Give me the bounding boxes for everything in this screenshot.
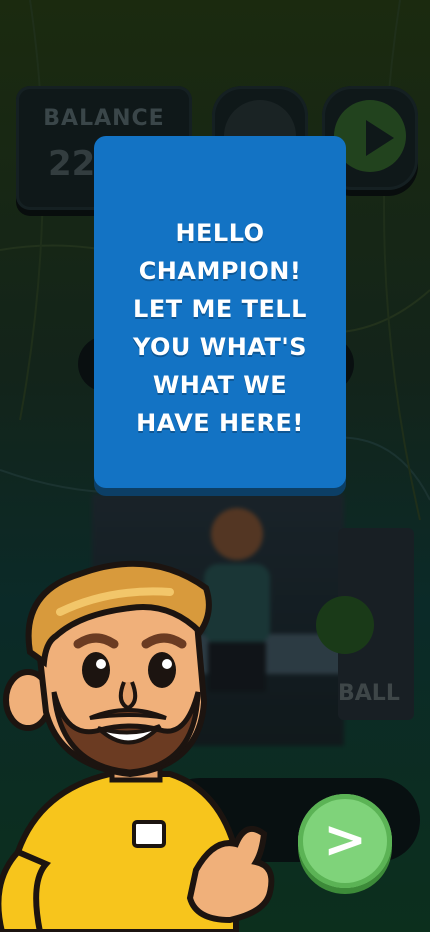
next-arrow-icon: > xyxy=(323,810,367,870)
tutorial-dialog: HELLO CHAMPION! LET ME TELL YOU WHAT'S W… xyxy=(94,136,346,488)
next-button[interactable]: > xyxy=(298,794,392,888)
balance-value: 22 xyxy=(48,144,96,184)
card-arrow-icon xyxy=(316,596,374,654)
game-label: BALL xyxy=(338,681,400,706)
dialog-message: HELLO CHAMPION! LET ME TELL YOU WHAT'S W… xyxy=(132,219,308,437)
balance-label: BALANCE xyxy=(43,106,165,131)
mascot-coach xyxy=(0,560,275,932)
